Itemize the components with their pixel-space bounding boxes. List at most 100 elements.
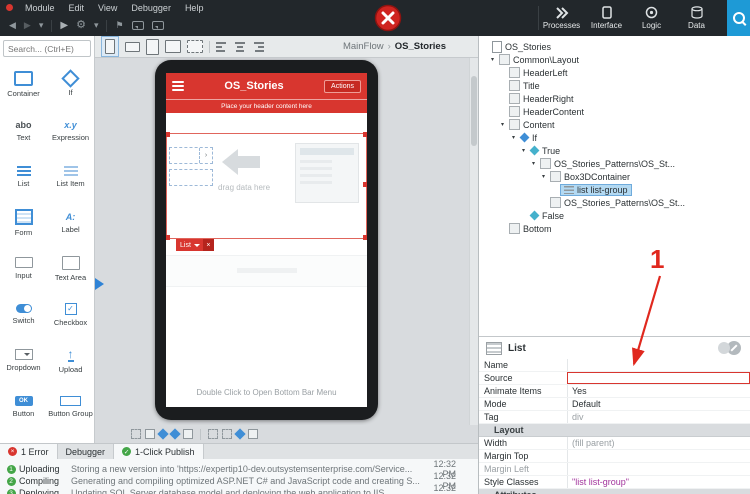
toolbox-widget-form[interactable]: Form <box>0 200 47 246</box>
prop-value-margin-left[interactable] <box>567 463 750 475</box>
menu-edit[interactable]: Edit <box>62 2 92 14</box>
resize-handle[interactable] <box>363 235 367 240</box>
list-item-placeholder[interactable] <box>166 255 367 287</box>
back-icon[interactable] <box>9 21 16 30</box>
tab-one-click-publish[interactable]: 1-Click Publish <box>114 444 204 459</box>
resize-handle[interactable] <box>363 182 367 187</box>
play-icon[interactable] <box>60 21 68 31</box>
canvas-scrollbar[interactable] <box>469 58 478 425</box>
global-search-button[interactable] <box>727 0 750 36</box>
drop-placeholder[interactable] <box>169 147 213 164</box>
history-caret-icon[interactable] <box>39 21 44 30</box>
prop-value-source[interactable] <box>567 372 750 384</box>
tree-item-box3dcontainer[interactable]: Box3DContainer <box>479 170 750 183</box>
toolbox-widget-list[interactable]: List <box>0 154 47 200</box>
tree-item-if[interactable]: If <box>479 131 750 144</box>
nav-processes[interactable]: Processes <box>539 0 584 36</box>
tree-item-true[interactable]: True <box>479 144 750 157</box>
prop-value-animate-items[interactable]: Yes <box>567 385 750 397</box>
hamburger-menu-icon[interactable] <box>172 81 184 91</box>
tree-item-list-group[interactable]: list list-group <box>479 183 750 196</box>
expander-icon[interactable] <box>510 134 517 141</box>
flag-icon[interactable] <box>115 21 123 30</box>
breadcrumb-current[interactable]: OS_Stories <box>395 41 446 52</box>
dashed-row-icon[interactable] <box>208 429 218 439</box>
prop-value-style-classes[interactable]: "list list-group" <box>567 476 750 488</box>
content-placeholder[interactable]: drag data here List Double Click to Open… <box>166 113 367 407</box>
tab-debugger[interactable]: Debugger <box>58 444 115 459</box>
expander-icon[interactable] <box>520 147 527 154</box>
toolbox-widget-button-group[interactable]: Button Group <box>47 384 94 430</box>
toolbox-widget-label[interactable]: A: Label <box>47 200 94 246</box>
drop-placeholder[interactable] <box>169 169 213 186</box>
resize-handle[interactable] <box>166 235 170 240</box>
toolbox-widget-if[interactable]: If <box>47 62 94 108</box>
tree-item-headercontent[interactable]: HeaderContent <box>479 105 750 118</box>
phone-landscape-icon[interactable] <box>125 41 140 52</box>
selected-widget-tag[interactable]: List <box>176 239 214 251</box>
gear-caret-icon[interactable] <box>94 21 99 30</box>
expander-icon[interactable] <box>530 160 537 167</box>
menu-debugger[interactable]: Debugger <box>124 2 178 14</box>
toolbox-widget-dropdown[interactable]: Dropdown <box>0 338 47 384</box>
tab-errors[interactable]: 1 Error <box>0 444 58 459</box>
tablet-portrait-icon[interactable] <box>146 38 159 55</box>
if-diamond-icon[interactable] <box>157 428 169 440</box>
browser-icon[interactable] <box>187 40 203 53</box>
diamond-icon[interactable] <box>234 428 246 440</box>
align-right-icon[interactable] <box>252 41 264 52</box>
dashed-cell-icon[interactable] <box>222 429 232 439</box>
tree-item-bottom[interactable]: Bottom <box>479 222 750 235</box>
toolbox-widget-text-area[interactable]: Text Area <box>47 246 94 292</box>
prop-value-margin-top[interactable] <box>567 450 750 462</box>
box-icon[interactable] <box>248 429 258 439</box>
chat-icon[interactable] <box>131 21 144 30</box>
tree-item-patterns-1[interactable]: OS_Stories_Patterns\OS_St... <box>479 157 750 170</box>
app-header[interactable]: OS_Stories Actions <box>166 73 367 99</box>
toolbox-widget-text[interactable]: abo Text <box>0 108 47 154</box>
menu-view[interactable]: View <box>91 2 124 14</box>
tree-item-common-layout[interactable]: Common\Layout <box>479 53 750 66</box>
toolbox-widget-button[interactable]: OK Button <box>0 384 47 430</box>
prop-section-layout[interactable]: Layout <box>479 424 750 437</box>
toolbox-widget-container[interactable]: Container <box>0 62 47 108</box>
bottom-bar-hint[interactable]: Double Click to Open Bottom Bar Menu <box>166 388 367 397</box>
toolbox-widget-input[interactable]: Input <box>0 246 47 292</box>
stop-button[interactable] <box>374 4 402 32</box>
toolbox-widget-expression[interactable]: x.y Expression <box>47 108 94 154</box>
nav-data[interactable]: Data <box>674 0 719 36</box>
menu-help[interactable]: Help <box>178 2 211 14</box>
expander-icon[interactable] <box>499 121 506 128</box>
prop-value-name[interactable] <box>567 359 750 371</box>
toolbox-widget-upload[interactable]: Upload <box>47 338 94 384</box>
expander-icon[interactable] <box>489 56 496 63</box>
tablet-landscape-icon[interactable] <box>165 40 181 53</box>
choice-diamond-icon[interactable] <box>169 428 181 440</box>
list-box-icon[interactable] <box>183 429 193 439</box>
grid-box-icon[interactable] <box>145 429 155 439</box>
actions-button[interactable]: Actions <box>324 79 361 93</box>
toolbox-widget-checkbox[interactable]: Checkbox <box>47 292 94 338</box>
toolbox-widget-list-item[interactable]: List Item <box>47 154 94 200</box>
resize-handle[interactable] <box>363 132 367 137</box>
log-row[interactable]: 1 Uploading Storing a new version into '… <box>0 459 478 479</box>
widget-search-input[interactable] <box>3 40 91 57</box>
tree-item-title[interactable]: Title <box>479 79 750 92</box>
menu-module[interactable]: Module <box>18 2 62 14</box>
prop-section-attributes[interactable]: Attributes <box>479 489 750 494</box>
nav-logic[interactable]: Logic <box>629 0 674 36</box>
prop-value-width[interactable]: (fill parent) <box>567 437 750 449</box>
align-center-icon[interactable] <box>234 41 246 52</box>
delete-icon[interactable] <box>202 239 214 251</box>
tree-item-headerright[interactable]: HeaderRight <box>479 92 750 105</box>
nav-interface[interactable]: Interface <box>584 0 629 36</box>
design-canvas[interactable]: OS_Stories Actions Place your header con… <box>95 58 478 425</box>
prop-value-mode[interactable]: Default <box>567 398 750 410</box>
tree-item-headerleft[interactable]: HeaderLeft <box>479 66 750 79</box>
wrench-icon[interactable] <box>718 341 741 355</box>
tree-item-os-stories[interactable]: OS_Stories <box>479 40 750 53</box>
tree-item-content[interactable]: Content <box>479 118 750 131</box>
tree-item-patterns-2[interactable]: OS_Stories_Patterns\OS_St... <box>479 196 750 209</box>
breadcrumb-parent[interactable]: MainFlow <box>343 41 384 52</box>
tree-item-false[interactable]: False <box>479 209 750 222</box>
